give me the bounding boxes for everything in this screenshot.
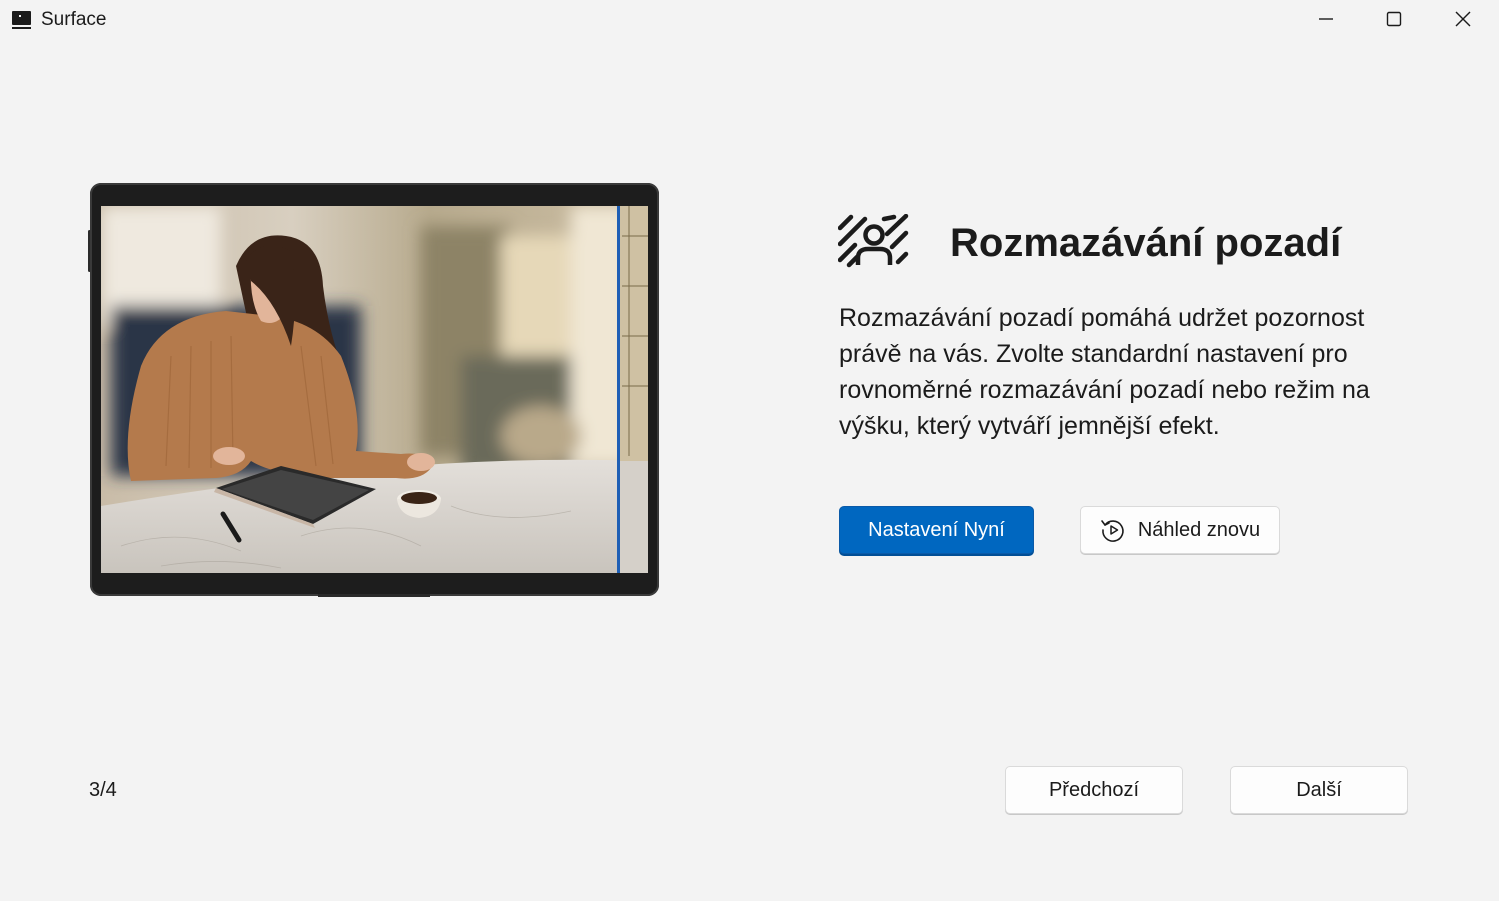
setup-now-label: Nastavení Nyní (868, 518, 1005, 541)
setup-now-button[interactable]: Nastavení Nyní (839, 506, 1034, 554)
feature-description: Rozmazávání pozadí pomáhá udržet pozorno… (839, 304, 1370, 440)
title-bar: Surface (0, 0, 1499, 40)
replay-icon (1101, 520, 1124, 542)
replay-label: Náhled znovu (1137, 518, 1261, 541)
minimize-icon (1319, 18, 1333, 20)
device-screen-photo (101, 206, 648, 573)
close-icon (1455, 11, 1471, 27)
surface-app-icon (12, 11, 31, 29)
page-title: Rozmazávání pozadí (950, 221, 1342, 265)
replay-preview-button[interactable]: Náhled znovu (1080, 506, 1280, 554)
previous-button[interactable]: Předchozí (1005, 766, 1183, 814)
device-hinge (318, 594, 430, 597)
minimize-button[interactable] (1292, 0, 1360, 38)
background-blur-icon (838, 214, 909, 268)
close-button[interactable] (1429, 0, 1497, 38)
surface-device-photo-woman-with-tablet (101, 206, 648, 573)
next-label: Další (1296, 778, 1342, 801)
maximize-button[interactable] (1360, 0, 1428, 38)
window-title: Surface (41, 9, 107, 30)
page-indicator: 3/4 (89, 779, 117, 801)
next-button[interactable]: Další (1230, 766, 1408, 814)
previous-label: Předchozí (1048, 778, 1140, 801)
maximize-icon (1386, 11, 1402, 27)
